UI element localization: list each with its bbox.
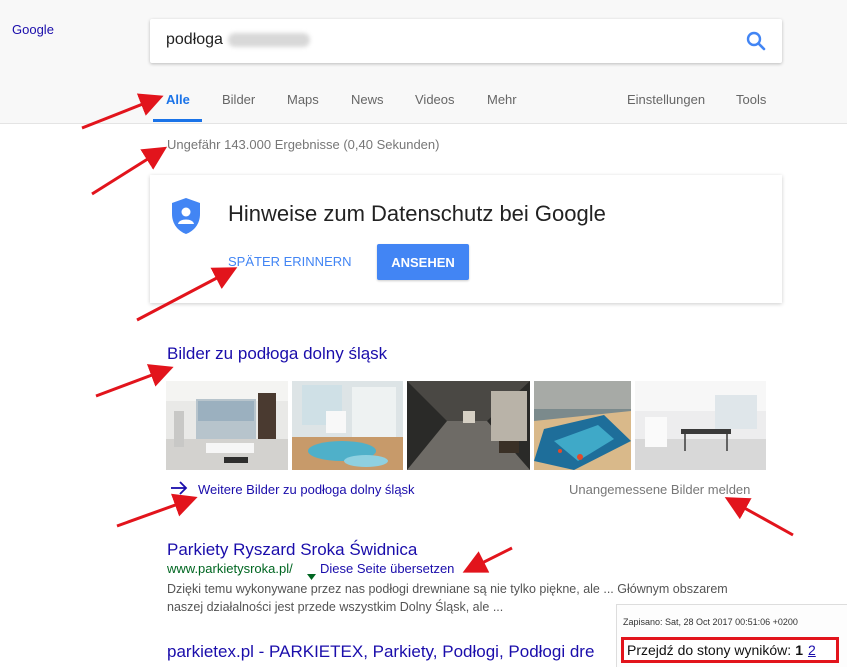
more-images-link[interactable]: Weitere Bilder zu podłoga dolny śląsk — [170, 481, 415, 498]
search-input[interactable]: podłoga — [150, 19, 782, 63]
image-thumbnail-hall[interactable] — [407, 381, 530, 470]
search-query-text: podłoga — [166, 31, 223, 48]
goto-page-box: Przejdź do stony wyników: 1 2 — [621, 637, 839, 663]
shield-icon — [170, 197, 202, 240]
image-thumbnail-bathroom[interactable] — [292, 381, 403, 470]
images-heading[interactable]: Bilder zu podłoga dolny śląsk — [167, 344, 387, 364]
blurred-query-text — [228, 33, 310, 47]
page-current: 1 — [795, 642, 803, 658]
annotation-arrow — [724, 497, 794, 537]
result-title[interactable]: parkietex.pl - PARKIETEX, Parkiety, Podł… — [167, 642, 594, 662]
tab-videos[interactable]: Videos — [415, 92, 455, 107]
remind-later-button[interactable]: SPÄTER ERINNERN — [228, 254, 352, 269]
translate-page-link[interactable]: Diese Seite übersetzen — [320, 561, 454, 576]
google-logo[interactable]: Google — [12, 22, 54, 37]
page-link-2[interactable]: 2 — [808, 642, 816, 658]
annotation-arrow — [462, 546, 513, 573]
privacy-title: Hinweise zum Datenschutz bei Google — [228, 201, 606, 226]
goto-page-label: Przejdź do stony wyników: — [627, 642, 792, 658]
annotation-arrow — [95, 364, 174, 398]
arrow-right-icon — [170, 481, 188, 498]
tab-news[interactable]: News — [351, 92, 384, 107]
result-stats: Ungefähr 143.000 Ergebnisse (0,40 Sekund… — [167, 137, 440, 152]
tab-maps[interactable]: Maps — [287, 92, 319, 107]
active-tab-indicator — [153, 119, 202, 122]
result-url: www.parkietysroka.pl/ — [167, 561, 293, 576]
saved-overlay: Zapisano: Sat, 28 Oct 2017 00:51:06 +020… — [616, 604, 847, 667]
image-thumbnail-3d-floor[interactable] — [534, 381, 631, 470]
image-thumbnail-dining-room[interactable] — [635, 381, 766, 470]
tab-tools[interactable]: Tools — [736, 92, 766, 107]
saved-timestamp: Zapisano: Sat, 28 Oct 2017 00:51:06 +020… — [623, 617, 798, 627]
search-icon[interactable] — [744, 29, 768, 53]
tab-images[interactable]: Bilder — [222, 92, 255, 107]
result-title[interactable]: Parkiety Ryszard Sroka Świdnica — [167, 540, 417, 560]
more-images-label: Weitere Bilder zu podłoga dolny śląsk — [198, 482, 415, 497]
report-images-link[interactable]: Unangemessene Bilder melden — [569, 482, 750, 497]
view-button[interactable]: ANSEHEN — [377, 244, 469, 280]
tab-settings[interactable]: Einstellungen — [627, 92, 705, 107]
privacy-card: Hinweise zum Datenschutz bei Google SPÄT… — [150, 175, 782, 303]
tab-more[interactable]: Mehr — [487, 92, 517, 107]
annotation-arrow — [116, 493, 198, 528]
tab-all[interactable]: Alle — [166, 92, 190, 107]
image-thumbnail-living-room[interactable] — [166, 381, 288, 470]
snippet-line: Dzięki temu wykonywane przez nas podłogi… — [167, 582, 728, 596]
